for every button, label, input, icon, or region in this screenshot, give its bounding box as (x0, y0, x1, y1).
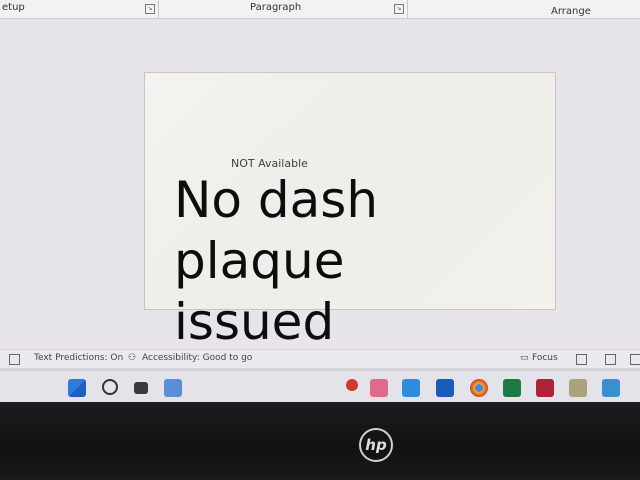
chrome-icon[interactable] (470, 379, 488, 397)
accessibility-status[interactable]: Accessibility: Good to go (142, 353, 252, 363)
photos-icon[interactable] (602, 379, 620, 397)
overlay-caption: No dash plaque issued (174, 170, 474, 353)
paragraph-dialog-launcher-icon[interactable]: ↘ (394, 4, 404, 14)
notification-icon[interactable] (346, 379, 358, 391)
search-icon[interactable] (102, 379, 118, 395)
laptop-bezel (0, 402, 640, 480)
read-mode-icon[interactable] (576, 354, 587, 365)
paint-icon[interactable] (569, 379, 587, 397)
start-icon[interactable] (68, 379, 86, 397)
slide-text-box[interactable]: NOT Available (231, 157, 308, 170)
ribbon-group-paragraph-label: Paragraph (250, 2, 302, 13)
print-layout-icon[interactable] (605, 354, 616, 365)
page-info-icon[interactable] (9, 354, 20, 365)
web-layout-icon[interactable] (630, 354, 640, 365)
hp-logo: hp (359, 428, 393, 462)
focus-mode-button[interactable]: Focus (532, 353, 558, 363)
ribbon-group-arrange-label: Arrange (551, 6, 591, 17)
group-divider (158, 0, 159, 18)
caption-line: plaque (174, 232, 345, 290)
setup-dialog-launcher-icon[interactable]: ↘ (145, 4, 155, 14)
todo-icon[interactable] (402, 379, 420, 397)
ribbon-group-setup-label: etup (2, 2, 25, 13)
laptop-screen: etup ↘ Paragraph ↘ Arrange NOT Available… (0, 0, 640, 403)
taskbar (0, 370, 640, 403)
excel-icon[interactable] (503, 379, 521, 397)
word-icon[interactable] (436, 379, 454, 397)
task-icon[interactable] (164, 379, 182, 397)
group-divider (407, 0, 408, 18)
ribbon-group-labels: etup ↘ Paragraph ↘ Arrange (0, 0, 640, 19)
caption-line: issued (174, 293, 335, 351)
accessibility-icon[interactable]: ⚇ (128, 353, 136, 363)
focus-icon[interactable]: ▭ (520, 353, 529, 363)
widgets-icon[interactable] (134, 382, 148, 394)
snip-icon[interactable] (370, 379, 388, 397)
text-predictions-status[interactable]: Text Predictions: On (34, 353, 123, 363)
caption-line: No dash (174, 171, 379, 229)
access-icon[interactable] (536, 379, 554, 397)
